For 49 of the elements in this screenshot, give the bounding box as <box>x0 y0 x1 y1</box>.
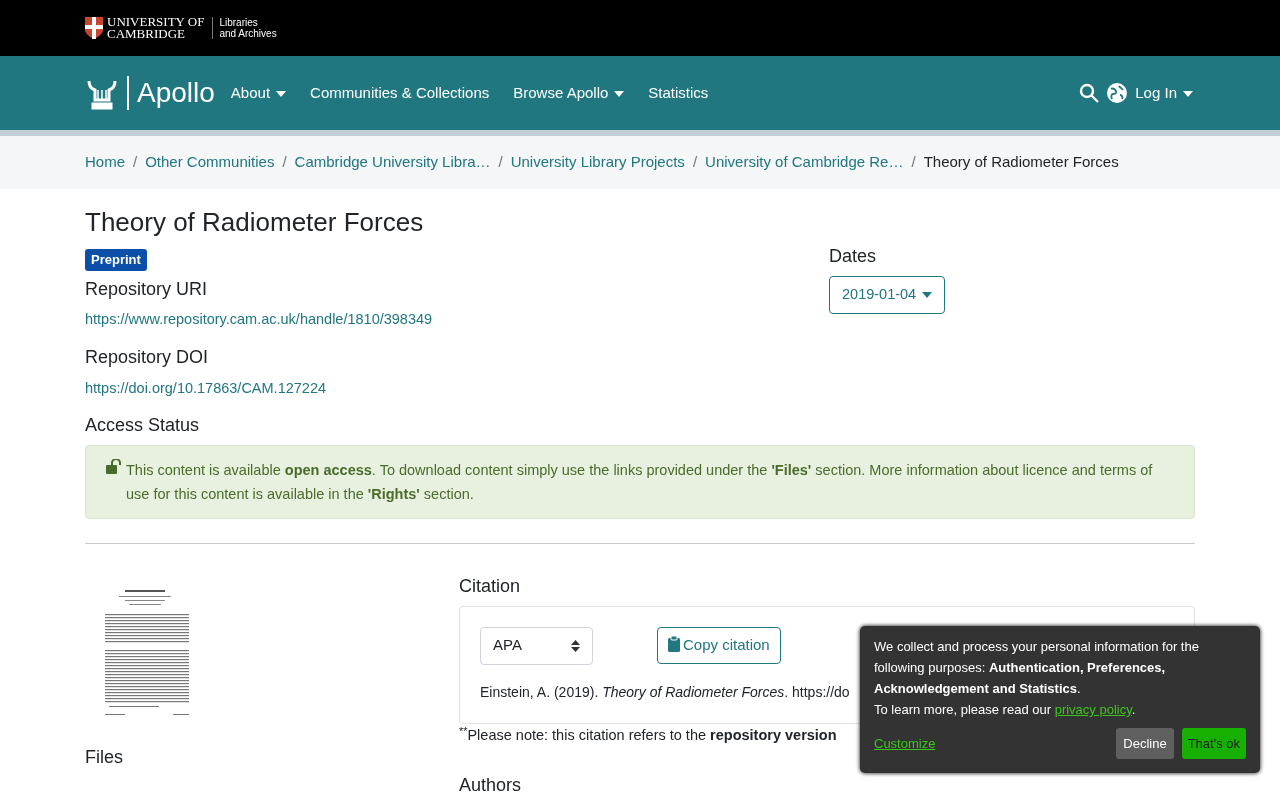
decline-button[interactable]: Decline <box>1116 728 1174 759</box>
nav-link[interactable]: Browse Apollo <box>513 81 625 105</box>
brand-name[interactable]: Apollo <box>127 76 215 110</box>
date-dropdown[interactable]: 2019-01-04 <box>829 275 946 314</box>
breadcrumb-separator: / <box>692 152 698 173</box>
field-label: Dates <box>829 246 878 268</box>
citation-style-select[interactable]: APA <box>480 626 593 665</box>
sort-arrows-icon <box>571 639 580 652</box>
item-type-badge: Preprint <box>85 249 147 271</box>
breadcrumb-link[interactable]: University Library Projects <box>510 151 685 174</box>
cookie-message: We collect and process your personal information for the following purposes: Authentication, Preferences, Acknowledgement and Statistics. <box>874 638 1200 698</box>
nav-link[interactable]: Statistics <box>648 81 709 105</box>
section-heading: Citation <box>459 575 522 598</box>
customize-link[interactable]: Customize <box>874 733 936 754</box>
caret-icon <box>1183 90 1193 97</box>
breadcrumb-separator: / <box>282 152 287 173</box>
privacy-policy-link[interactable]: privacy policy <box>1054 702 1132 717</box>
clipboard-icon <box>668 636 680 653</box>
caret-icon <box>922 291 933 298</box>
citation-note: $^{**}$Please note: this citation refers to the repository version <box>459 725 837 746</box>
nav-link[interactable]: About <box>230 81 287 105</box>
breadcrumb-link[interactable]: Cambridge University Libra… <box>294 151 491 174</box>
breadcrumb-link[interactable]: Other Communities <box>145 151 275 174</box>
crest-icon <box>85 17 103 39</box>
access-message: This content is available open access. To download content simply use the links provided under the 'Files' section. More information about licence and terms of use for this content is available in the 'Rights' section. <box>126 460 1154 504</box>
breadcrumb-separator: / <box>498 152 503 173</box>
globe-icon[interactable] <box>1107 83 1128 103</box>
breadcrumb-link[interactable]: Home <box>85 151 125 174</box>
learn-more-text: To learn more, please read our privacy policy. <box>874 701 1137 719</box>
nav-link[interactable]: Communities & Collections <box>310 81 490 105</box>
citation-text: Einstein, A. (2019). Theory of Radiometer Forces. https://do <box>480 682 850 702</box>
login-link[interactable]: Log In <box>1135 81 1193 105</box>
university-name: UNIVERSITY OF CAMBRIDGE <box>107 16 205 40</box>
page-title: Theory of Radiometer Forces <box>85 207 425 239</box>
breadcrumb-separator: / <box>911 152 916 173</box>
field-label: Repository URI <box>85 278 209 301</box>
section-heading: Files <box>85 746 124 769</box>
breadcrumb-separator: / <box>133 152 138 173</box>
search-icon[interactable] <box>1079 83 1100 103</box>
field-label: Access Status <box>85 415 201 437</box>
accept-button[interactable]: That's ok <box>1181 728 1246 759</box>
field-link[interactable]: https://doi.org/10.17863/CAM.127224 <box>85 379 327 396</box>
field-label: Repository DOI <box>85 347 210 369</box>
section-heading: Authors <box>459 774 523 797</box>
breadcrumb-link[interactable]: University of Cambridge Re… <box>705 151 904 174</box>
copy-citation-button[interactable]: Copy citation <box>657 627 781 664</box>
breadcrumb-current: Theory of Radiometer Forces <box>923 152 1119 173</box>
field-link[interactable]: https://www.repository.cam.ac.uk/handle/1810/398349 <box>85 311 433 328</box>
unit-name: Libraries and Archives <box>212 17 277 39</box>
